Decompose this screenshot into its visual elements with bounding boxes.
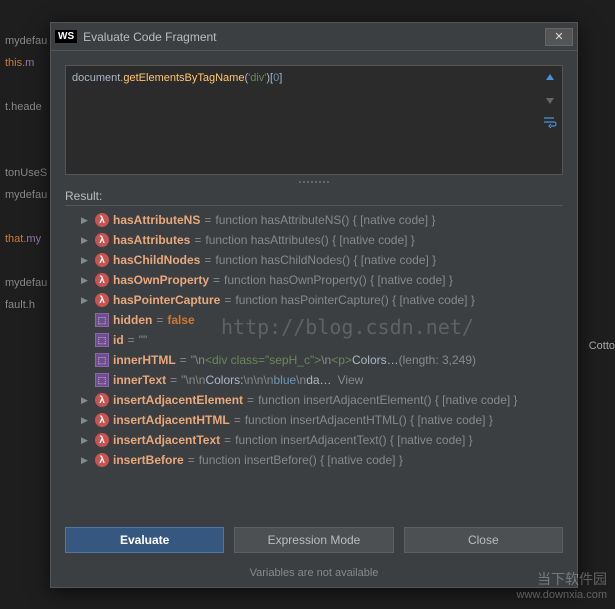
expand-icon[interactable]: ▶ — [81, 395, 91, 406]
property-value: function hasChildNodes() { [native code]… — [215, 253, 436, 267]
wrap-icon[interactable] — [542, 114, 558, 130]
history-up-icon[interactable] — [542, 70, 558, 86]
property-value: function insertAdjacentHTML() { [native … — [245, 413, 493, 427]
expand-icon[interactable]: ▶ — [81, 295, 91, 306]
result-row[interactable]: ⬚innerText="\n \n Colors:\n\n \n blue\n … — [65, 370, 563, 390]
property-value: function hasOwnProperty() { [native code… — [224, 273, 453, 287]
lambda-icon: λ — [95, 453, 109, 467]
expand-icon[interactable]: ▶ — [81, 415, 91, 426]
site-watermark: 当下软件园 www.downxia.com — [517, 569, 607, 601]
dialog-title: Evaluate Code Fragment — [83, 30, 545, 44]
background-right-text: Cotto — [589, 340, 615, 352]
result-row[interactable]: ⬚id="" — [65, 330, 563, 350]
lambda-icon: λ — [95, 273, 109, 287]
expand-icon[interactable]: ▶ — [81, 255, 91, 266]
result-row[interactable]: ▶λinsertAdjacentElement=function insertA… — [65, 390, 563, 410]
lambda-icon: λ — [95, 253, 109, 267]
close-dialog-button[interactable]: Close — [404, 527, 563, 553]
expression-mode-button[interactable]: Expression Mode — [234, 527, 393, 553]
lambda-icon: λ — [95, 213, 109, 227]
result-row[interactable]: ▶λhasAttributes=function hasAttributes()… — [65, 230, 563, 250]
evaluate-dialog: WS Evaluate Code Fragment ✕ document.get… — [50, 22, 578, 588]
variable-icon: ⬚ — [95, 373, 109, 387]
resize-grip[interactable] — [51, 179, 577, 185]
property-value: "" — [139, 333, 148, 347]
result-row[interactable]: ⬚innerHTML="\n <div class="sepH_c">\n <p… — [65, 350, 563, 370]
property-name: innerText — [113, 373, 166, 387]
property-value: function insertAdjacentElement() { [nati… — [258, 393, 517, 407]
property-name: id — [113, 333, 124, 347]
result-row[interactable]: ⬚hidden=false — [65, 310, 563, 330]
history-down-icon[interactable] — [542, 92, 558, 108]
expand-icon[interactable]: ▶ — [81, 435, 91, 446]
property-name: insertAdjacentElement — [113, 393, 243, 407]
expand-icon[interactable]: ▶ — [81, 275, 91, 286]
property-name: hasPointerCapture — [113, 293, 220, 307]
property-name: hidden — [113, 313, 152, 327]
close-button[interactable]: ✕ — [545, 28, 573, 46]
result-row[interactable]: ▶λinsertAdjacentText=function insertAdja… — [65, 430, 563, 450]
expand-icon[interactable]: ▶ — [81, 215, 91, 226]
result-row[interactable]: ▶λhasAttributeNS=function hasAttributeNS… — [65, 210, 563, 230]
property-name: hasAttributes — [113, 233, 190, 247]
property-name: insertAdjacentText — [113, 433, 220, 447]
lambda-icon: λ — [95, 233, 109, 247]
button-bar: Evaluate Expression Mode Close — [51, 513, 577, 567]
property-name: hasOwnProperty — [113, 273, 209, 287]
variable-icon: ⬚ — [95, 313, 109, 327]
property-name: insertBefore — [113, 453, 184, 467]
result-tree[interactable]: ▶λhasAttributeNS=function hasAttributeNS… — [65, 205, 563, 513]
view-link[interactable]: View — [338, 373, 364, 387]
property-name: insertAdjacentHTML — [113, 413, 230, 427]
property-name: hasChildNodes — [113, 253, 200, 267]
status-text: Variables are not available — [51, 567, 577, 587]
lambda-icon: λ — [95, 433, 109, 447]
variable-icon: ⬚ — [95, 353, 109, 367]
code-input[interactable]: document.getElementsByTagName('div')[0] — [65, 65, 563, 175]
property-value: function hasAttributes() { [native code]… — [205, 233, 414, 247]
app-badge: WS — [55, 30, 77, 43]
property-name: hasAttributeNS — [113, 213, 200, 227]
evaluate-button[interactable]: Evaluate — [65, 527, 224, 553]
result-row[interactable]: ▶λinsertBefore=function insertBefore() {… — [65, 450, 563, 470]
lambda-icon: λ — [95, 413, 109, 427]
variable-icon: ⬚ — [95, 333, 109, 347]
expand-icon[interactable]: ▶ — [81, 455, 91, 466]
property-value: function insertAdjacentText() { [native … — [235, 433, 472, 447]
result-row[interactable]: ▶λinsertAdjacentHTML=function insertAdja… — [65, 410, 563, 430]
result-label: Result: — [65, 189, 563, 203]
titlebar: WS Evaluate Code Fragment ✕ — [51, 23, 577, 51]
lambda-icon: λ — [95, 293, 109, 307]
lambda-icon: λ — [95, 393, 109, 407]
result-row[interactable]: ▶λhasPointerCapture=function hasPointerC… — [65, 290, 563, 310]
property-value: function hasAttributeNS() { [native code… — [215, 213, 435, 227]
property-name: innerHTML — [113, 353, 176, 367]
property-value: function insertBefore() { [native code] … — [199, 453, 403, 467]
expand-icon[interactable]: ▶ — [81, 235, 91, 246]
result-row[interactable]: ▶λhasChildNodes=function hasChildNodes()… — [65, 250, 563, 270]
property-value: function hasPointerCapture() { [native c… — [235, 293, 474, 307]
result-row[interactable]: ▶λhasOwnProperty=function hasOwnProperty… — [65, 270, 563, 290]
